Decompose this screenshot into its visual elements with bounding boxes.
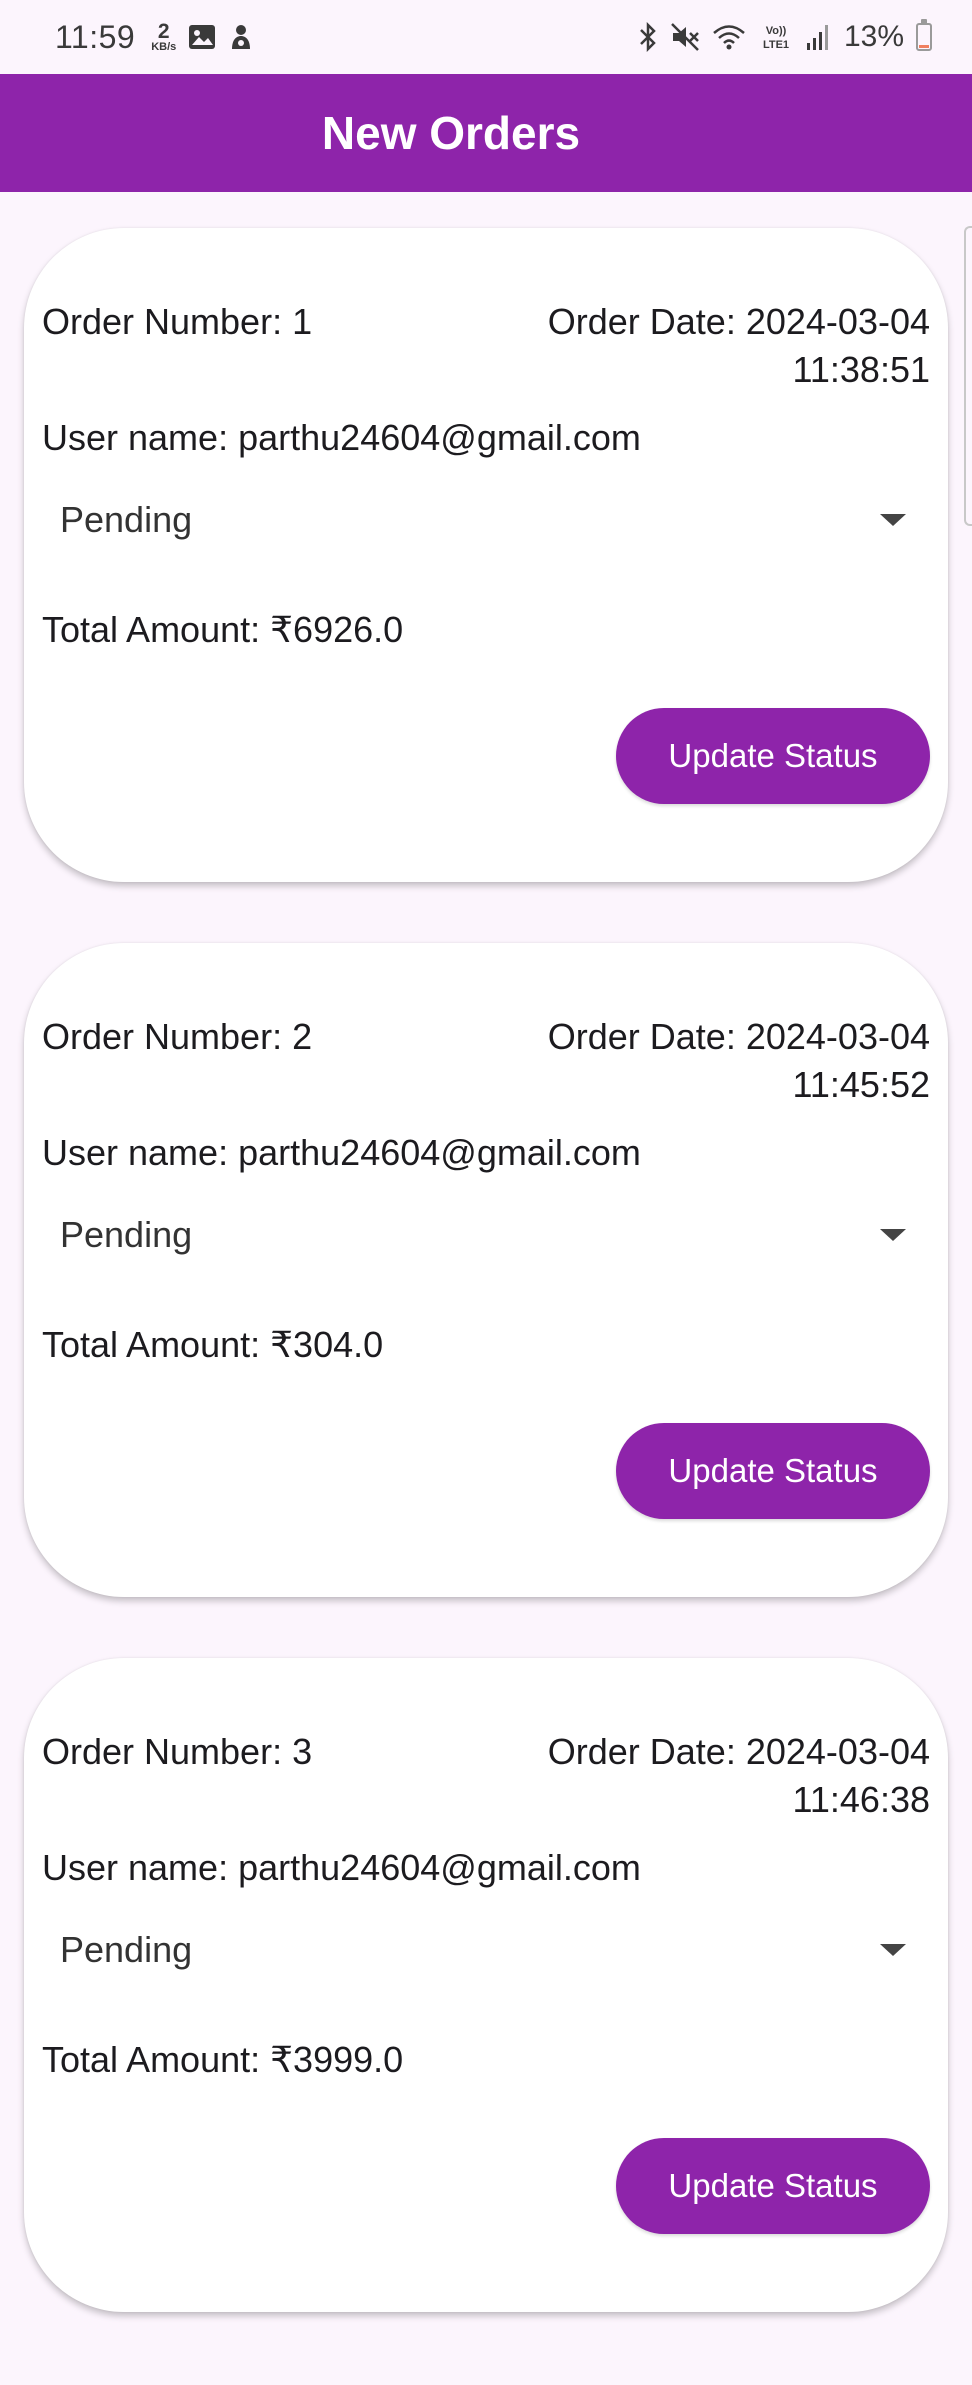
status-dropdown[interactable]: Pending <box>60 490 912 550</box>
order-list: Order Number: 1 Order Date: 2024-03-04 1… <box>24 228 948 2373</box>
network-speed-unit: KB/s <box>151 41 177 53</box>
signal-icon <box>806 23 832 51</box>
total-amount-label: Total Amount: <box>42 1324 261 1365</box>
mute-icon <box>670 22 700 52</box>
battery-icon <box>916 19 932 51</box>
order-card: Order Number: 1 Order Date: 2024-03-04 1… <box>24 228 948 882</box>
order-total: Total Amount: ₹304.0 <box>42 1321 383 1369</box>
gallery-icon <box>188 24 216 50</box>
scrollbar[interactable] <box>964 226 972 526</box>
order-user: User name: parthu24604@gmail.com <box>42 414 641 462</box>
status-bar-left: 11:59 2 KB/s <box>55 19 254 56</box>
order-header-row: Order Number: 2 Order Date: 2024-03-04 1… <box>42 1013 930 1109</box>
svg-text:LTE1: LTE1 <box>763 39 789 51</box>
order-card: Order Number: 3 Order Date: 2024-03-04 1… <box>24 1658 948 2312</box>
order-total: Total Amount: ₹3999.0 <box>42 2036 403 2084</box>
order-date-label: Order Date: <box>547 1731 736 1772</box>
order-date-value: 2024-03-04 <box>745 1731 930 1772</box>
total-amount-value: ₹6926.0 <box>270 609 404 650</box>
svg-text:Vo)): Vo)) <box>766 25 787 37</box>
order-time-value: 11:45:52 <box>792 1064 930 1105</box>
order-user: User name: parthu24604@gmail.com <box>42 1844 641 1892</box>
order-date: Order Date: 2024-03-04 11:45:52 <box>548 1013 930 1109</box>
order-number-label: Order Number: <box>42 1731 283 1772</box>
status-dropdown[interactable]: Pending <box>60 1920 912 1980</box>
user-name-value: parthu24604@gmail.com <box>238 1847 641 1888</box>
order-card: Order Number: 2 Order Date: 2024-03-04 1… <box>24 943 948 1597</box>
battery-level <box>919 45 929 48</box>
order-header-row: Order Number: 1 Order Date: 2024-03-04 1… <box>42 298 930 394</box>
order-time-value: 11:46:38 <box>792 1779 930 1820</box>
app-bar: New Orders <box>0 74 972 192</box>
order-user: User name: parthu24604@gmail.com <box>42 1129 641 1177</box>
battery-percent: 13% <box>843 20 904 53</box>
user-name-value: parthu24604@gmail.com <box>238 417 641 458</box>
status-dropdown-value: Pending <box>60 1929 193 1970</box>
user-name-label: User name: <box>42 1847 229 1888</box>
status-dropdown-value: Pending <box>60 499 193 540</box>
order-header-row: Order Number: 3 Order Date: 2024-03-04 1… <box>42 1728 930 1824</box>
status-bar-right: Vo)) LTE1 13% <box>638 19 932 54</box>
total-amount-label: Total Amount: <box>42 2039 261 2080</box>
order-date-value: 2024-03-04 <box>745 301 930 342</box>
update-status-button[interactable]: Update Status <box>616 708 930 804</box>
update-status-button[interactable]: Update Status <box>616 2138 930 2234</box>
order-number: Order Number: 2 <box>42 1013 312 1061</box>
order-number-value: 1 <box>292 301 313 342</box>
network-speed: 2 KB/s <box>151 21 176 53</box>
total-amount-value: ₹3999.0 <box>270 2039 404 2080</box>
status-dropdown[interactable]: Pending <box>60 1205 912 1265</box>
page-title: New Orders <box>321 107 581 159</box>
order-number: Order Number: 1 <box>42 298 312 346</box>
dropdown-arrow-icon <box>880 514 906 526</box>
network-speed-value: 2 <box>157 20 170 43</box>
order-date-label: Order Date: <box>547 1016 736 1057</box>
status-bar: 11:59 2 KB/s Vo)) LTE1 13% <box>0 0 972 74</box>
order-date-label: Order Date: <box>547 301 736 342</box>
order-date-value: 2024-03-04 <box>745 1016 930 1057</box>
order-number-label: Order Number: <box>42 1016 283 1057</box>
total-amount-label: Total Amount: <box>42 609 261 650</box>
order-number-label: Order Number: <box>42 301 283 342</box>
order-number: Order Number: 3 <box>42 1728 312 1776</box>
bluetooth-icon <box>638 22 658 52</box>
dropdown-arrow-icon <box>880 1944 906 1956</box>
status-time: 11:59 <box>55 18 136 55</box>
order-total: Total Amount: ₹6926.0 <box>42 606 403 654</box>
volte-icon: Vo)) LTE1 <box>758 22 794 52</box>
app-notification-icon <box>228 23 254 51</box>
user-name-label: User name: <box>42 417 229 458</box>
status-dropdown-value: Pending <box>60 1214 193 1255</box>
wifi-icon <box>712 23 746 51</box>
dropdown-arrow-icon <box>880 1229 906 1241</box>
order-number-value: 3 <box>292 1731 313 1772</box>
order-number-value: 2 <box>292 1016 313 1057</box>
order-date: Order Date: 2024-03-04 11:38:51 <box>548 298 930 394</box>
order-time-value: 11:38:51 <box>792 349 930 390</box>
update-status-button[interactable]: Update Status <box>616 1423 930 1519</box>
order-date: Order Date: 2024-03-04 11:46:38 <box>548 1728 930 1824</box>
user-name-label: User name: <box>42 1132 229 1173</box>
user-name-value: parthu24604@gmail.com <box>238 1132 641 1173</box>
total-amount-value: ₹304.0 <box>270 1324 384 1365</box>
